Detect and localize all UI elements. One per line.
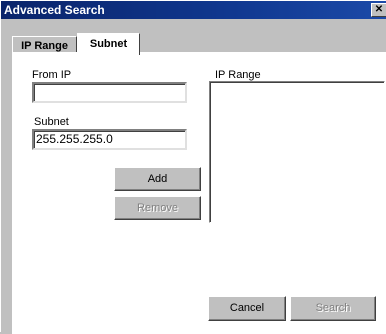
tab-ip-range-label: IP Range xyxy=(21,40,68,52)
cancel-button-label: Cancel xyxy=(229,302,265,314)
remove-button[interactable]: Remove xyxy=(114,196,201,220)
title-bar[interactable]: Advanced Search ✕ xyxy=(1,1,386,19)
search-button-label: Search xyxy=(315,302,351,314)
add-button-label: Add xyxy=(147,173,168,185)
subnet-input[interactable]: 255.255.255.0 xyxy=(32,129,187,150)
advanced-search-window: Advanced Search ✕ IP Range Subnet From I… xyxy=(0,0,386,334)
subnet-label: Subnet xyxy=(34,116,69,128)
from-ip-input[interactable] xyxy=(32,82,187,103)
ip-range-list[interactable] xyxy=(209,81,385,223)
tab-subnet-label: Subnet xyxy=(89,38,128,50)
from-ip-label: From IP xyxy=(32,69,72,81)
ip-range-label: IP Range xyxy=(215,69,261,81)
add-button[interactable]: Add xyxy=(114,167,201,191)
tab-ip-range[interactable]: IP Range xyxy=(12,36,77,53)
search-button[interactable]: Search xyxy=(290,296,376,321)
tab-subnet[interactable]: Subnet xyxy=(77,33,140,55)
remove-button-label: Remove xyxy=(137,202,178,214)
close-icon[interactable]: ✕ xyxy=(371,3,386,17)
window-title: Advanced Search xyxy=(4,3,105,17)
cancel-button[interactable]: Cancel xyxy=(208,296,286,321)
